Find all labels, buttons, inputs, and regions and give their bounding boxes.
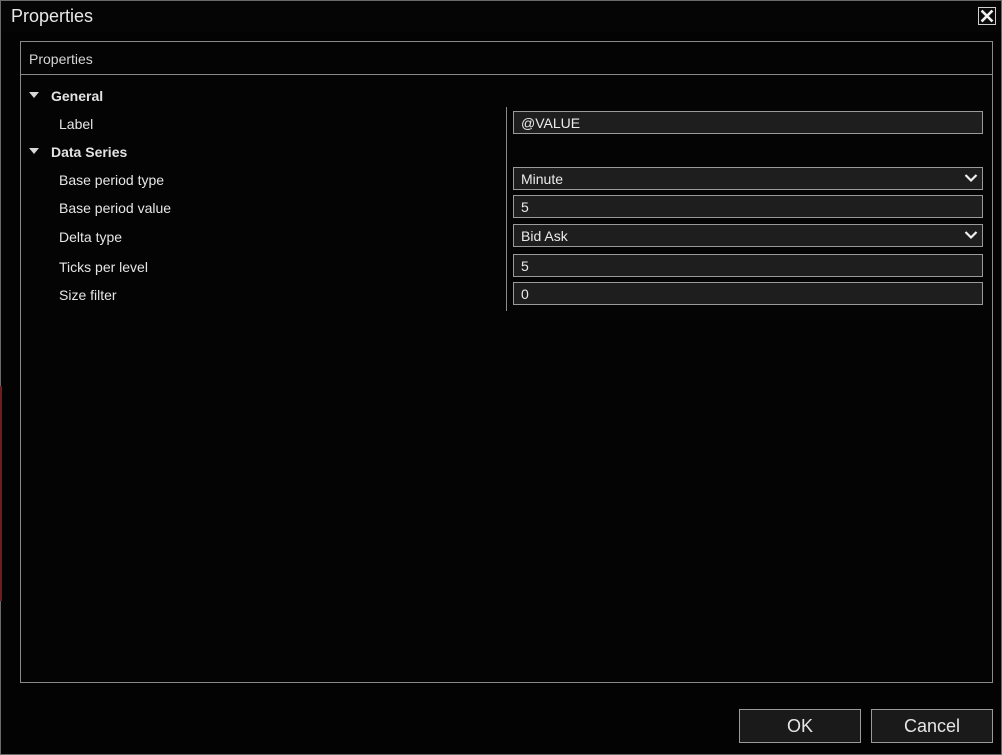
size-filter-value: 0 xyxy=(521,286,529,302)
property-label-base-period-type: Base period type xyxy=(59,172,165,188)
base-period-type-value: Minute xyxy=(521,171,564,187)
property-grid-title: Properties xyxy=(29,51,93,67)
category-general[interactable]: General xyxy=(29,88,329,108)
collapse-triangle-icon[interactable] xyxy=(29,92,39,98)
label-input[interactable]: @VALUE xyxy=(513,111,983,134)
property-label-size-filter: Size filter xyxy=(59,287,117,303)
ticks-per-level-input[interactable]: 5 xyxy=(513,254,983,277)
label-value: @VALUE xyxy=(521,115,581,131)
column-divider[interactable] xyxy=(506,107,507,311)
size-filter-input[interactable]: 0 xyxy=(513,282,983,305)
property-label-delta-type: Delta type xyxy=(59,229,123,245)
cancel-button[interactable]: Cancel xyxy=(871,709,993,743)
property-label-base-period-value: Base period value xyxy=(59,200,172,216)
property-grid-panel: Properties General Label @VALUE Data Ser… xyxy=(20,41,993,683)
category-label: Data Series xyxy=(51,144,128,160)
base-period-value-input[interactable]: 5 xyxy=(513,195,983,218)
delta-type-select[interactable]: Bid Ask xyxy=(513,224,983,247)
category-data-series[interactable]: Data Series xyxy=(29,144,329,164)
close-x-icon xyxy=(980,9,994,23)
ok-button[interactable]: OK xyxy=(739,709,861,743)
window-edge-highlight xyxy=(0,386,2,601)
category-label: General xyxy=(51,88,104,104)
chevron-down-icon[interactable] xyxy=(964,173,978,183)
property-label-ticks-per-level: Ticks per level xyxy=(59,259,148,275)
window-title: Properties xyxy=(11,6,94,26)
property-label-label: Label xyxy=(59,116,94,132)
close-button[interactable] xyxy=(978,7,996,25)
properties-window: Properties Properties General Label @VAL… xyxy=(0,0,1002,755)
delta-type-value: Bid Ask xyxy=(521,228,568,244)
base-period-type-select[interactable]: Minute xyxy=(513,167,983,190)
property-grid-header: Properties xyxy=(21,42,992,75)
chevron-down-icon[interactable] xyxy=(964,230,978,240)
base-period-value-value: 5 xyxy=(521,199,529,215)
collapse-triangle-icon[interactable] xyxy=(29,148,39,154)
ticks-per-level-value: 5 xyxy=(521,258,529,274)
title-bar[interactable]: Properties xyxy=(1,1,1001,32)
